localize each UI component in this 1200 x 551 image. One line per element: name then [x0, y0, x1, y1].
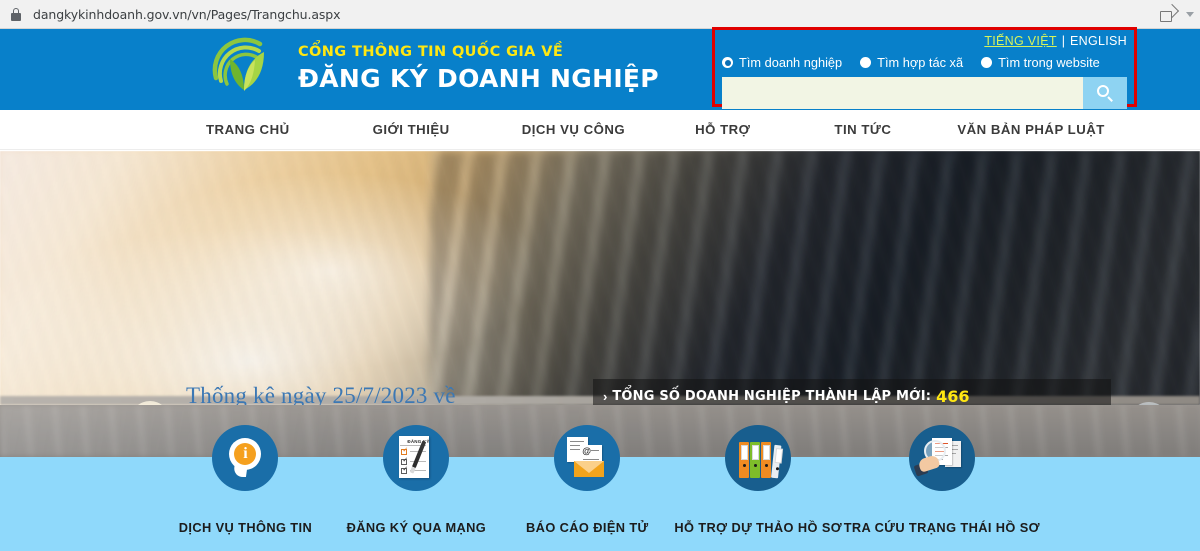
main-navigation: TRANG CHỦ GIỚI THIỆU DỊCH VỤ CÔNG HỖ TRỢ…: [0, 110, 1200, 150]
lang-separator: |: [1061, 34, 1066, 48]
nav-item-tin-tuc[interactable]: TIN TỨC: [834, 122, 891, 137]
search-button[interactable]: [1083, 77, 1127, 109]
search-cluster: TIẾNG VIỆT | ENGLISH Tìm doanh nghiệp Tì…: [722, 33, 1127, 109]
radio-tim-trong-website[interactable]: Tìm trong website: [981, 55, 1100, 70]
lang-english-link[interactable]: ENGLISH: [1070, 34, 1127, 48]
lang-vietnamese-link[interactable]: TIẾNG VIỆT: [984, 34, 1056, 48]
stat-value: 466: [936, 387, 970, 405]
stat-row-new-enterprises: › TỔNG SỐ DOANH NGHIỆP THÀNH LẬP MỚI: 46…: [593, 379, 1111, 405]
search-icon: [1096, 84, 1114, 102]
stat-label: TỔNG SỐ DOANH NGHIỆP THÀNH LẬP MỚI:: [612, 389, 932, 404]
brand-title: ĐĂNG KÝ DOANH NGHIỆP: [298, 63, 659, 93]
address-bar-url[interactable]: dangkykinhdoanh.gov.vn/vn/Pages/Trangchu…: [33, 7, 341, 22]
nav-item-van-ban-phap-luat[interactable]: VĂN BẢN PHÁP LUẬT: [957, 122, 1104, 137]
search-row: [722, 77, 1127, 109]
radio-tim-doanh-nghiep[interactable]: Tìm doanh nghiệp: [722, 55, 842, 70]
radio-dot-icon: [722, 57, 733, 68]
nav-item-trang-chu[interactable]: TRANG CHỦ: [206, 122, 290, 137]
magnifier-documents-icon: [908, 425, 975, 491]
banner-keyboard-texture: [430, 151, 1200, 405]
service-bao-cao-dien-tu[interactable]: @ BÁO CÁO ĐIỆN TỬ: [502, 405, 673, 551]
radio-label: Tìm hợp tác xã: [877, 55, 964, 70]
search-input[interactable]: [722, 77, 1083, 109]
radio-label: Tìm doanh nghiệp: [739, 55, 843, 70]
nav-item-gioi-thieu[interactable]: GIỚI THIỆU: [373, 122, 450, 137]
language-switcher: TIẾNG VIỆT | ENGLISH: [722, 33, 1127, 49]
service-label: TRA CỨU TRẠNG THÁI HỒ SƠ: [843, 520, 1040, 535]
brand[interactable]: CỔNG THÔNG TIN QUỐC GIA VỀ ĐĂNG KÝ DOANH…: [208, 34, 659, 104]
radio-dot-icon: [981, 57, 993, 68]
service-label: HỖ TRỢ DỰ THẢO HỒ SƠ: [674, 520, 843, 535]
service-ho-tro-du-thao-ho-so[interactable]: HỖ TRỢ DỰ THẢO HỒ SƠ: [673, 405, 844, 551]
brand-text: CỔNG THÔNG TIN QUỐC GIA VỀ ĐĂNG KÝ DOANH…: [298, 43, 659, 94]
browser-toolbar: dangkykinhdoanh.gov.vn/vn/Pages/Trangchu…: [0, 0, 1200, 29]
radio-label: Tìm trong website: [998, 55, 1100, 70]
service-dang-ky-qua-mang[interactable]: ĐĂNG KÝ ĐĂNG KÝ QUA MẠNG: [331, 405, 502, 551]
stat-arrow-icon: ›: [603, 389, 608, 404]
lock-icon: [10, 7, 22, 21]
radio-tim-hop-tac-xa[interactable]: Tìm hợp tác xã: [860, 55, 963, 70]
service-dich-vu-thong-tin[interactable]: i DỊCH VỤ THÔNG TIN: [160, 405, 331, 551]
hero-banner: Thống kê ngày 25/7/2023 về ĐĂNG KÝ DOANH…: [0, 151, 1200, 405]
email-report-icon: @: [554, 425, 621, 491]
services-section: i DỊCH VỤ THÔNG TIN ĐĂNG KÝ ✓ ✓ ✓ ĐĂNG K…: [0, 405, 1200, 551]
service-label: DỊCH VỤ THÔNG TIN: [178, 520, 313, 535]
info-bubble-icon: i: [212, 425, 279, 491]
search-scope-radios: Tìm doanh nghiệp Tìm hợp tác xã Tìm tron…: [722, 55, 1127, 70]
services-list: i DỊCH VỤ THÔNG TIN ĐĂNG KÝ ✓ ✓ ✓ ĐĂNG K…: [0, 405, 1200, 551]
banner-title: Thống kê ngày 25/7/2023 về ĐĂNG KÝ DOANH…: [186, 383, 528, 405]
form-header-text: ĐĂNG KÝ: [407, 439, 430, 444]
brand-subtitle: CỔNG THÔNG TIN QUỐC GIA VỀ: [298, 43, 564, 60]
service-label: ĐĂNG KÝ QUA MẠNG: [346, 520, 487, 535]
statistics-panel: › TỔNG SỐ DOANH NGHIỆP THÀNH LẬP MỚI: 46…: [593, 379, 1111, 405]
service-tra-cuu-trang-thai-ho-so[interactable]: TRA CỨU TRẠNG THÁI HỒ SƠ: [844, 405, 1040, 551]
browser-actions: [1160, 3, 1200, 23]
caret-down-icon[interactable]: [1186, 11, 1194, 17]
share-icon[interactable]: [1160, 3, 1180, 23]
page-root: dangkykinhdoanh.gov.vn/vn/Pages/Trangchu…: [0, 0, 1200, 551]
service-label: BÁO CÁO ĐIỆN TỬ: [526, 520, 649, 535]
nav-item-ho-tro[interactable]: HỖ TRỢ: [695, 122, 750, 137]
binders-icon: [725, 425, 792, 491]
radio-dot-icon: [860, 57, 872, 68]
banner-subtitle: Thống kê ngày 25/7/2023 về: [186, 383, 456, 405]
registration-form-icon: ĐĂNG KÝ: [383, 425, 450, 491]
nav-item-dich-vu-cong[interactable]: DỊCH VỤ CÔNG: [522, 122, 625, 137]
leaf-logo-icon: [208, 34, 280, 104]
